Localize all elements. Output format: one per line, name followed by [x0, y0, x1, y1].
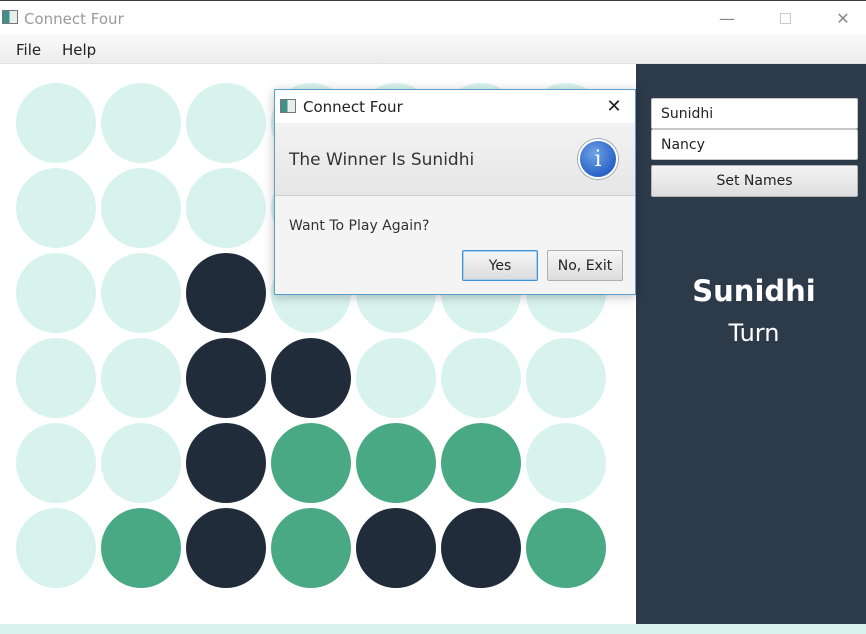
board-cell-green[interactable] [441, 423, 521, 503]
board-cell-dark[interactable] [186, 423, 266, 503]
board-cell-green[interactable] [526, 508, 606, 588]
board-cell-dark[interactable] [356, 508, 436, 588]
current-player-name: Sunidhi [692, 274, 816, 308]
board-cell-empty[interactable] [101, 83, 181, 163]
board-cell-green[interactable] [356, 423, 436, 503]
dialog-header: The Winner Is Sunidhi i [275, 123, 635, 196]
board-cell-empty[interactable] [526, 338, 606, 418]
no-exit-button[interactable]: No, Exit [547, 250, 623, 281]
board-cell-empty[interactable] [101, 168, 181, 248]
board-cell-empty[interactable] [441, 338, 521, 418]
board-cell-green[interactable] [101, 508, 181, 588]
board-cell-empty[interactable] [16, 423, 96, 503]
play-again-question: Want To Play Again? [289, 218, 430, 234]
dialog-app-icon [280, 99, 296, 113]
window-titlebar: Connect Four — ✕ [0, 0, 866, 34]
minimize-icon: — [719, 8, 735, 28]
board-cell-dark[interactable] [271, 338, 351, 418]
board-cell-empty[interactable] [526, 423, 606, 503]
winner-message: The Winner Is Sunidhi [289, 150, 475, 170]
window-title: Connect Four [24, 10, 124, 28]
board-cell-empty[interactable] [16, 508, 96, 588]
app-icon [2, 10, 18, 24]
dialog-title: Connect Four [303, 98, 403, 116]
board-cell-empty[interactable] [16, 83, 96, 163]
board-cell-empty[interactable] [186, 168, 266, 248]
dialog-close-button[interactable]: ✕ [601, 94, 627, 118]
board-cell-empty[interactable] [16, 338, 96, 418]
player1-name-input[interactable]: Sunidhi [651, 98, 858, 129]
board-cell-empty[interactable] [356, 338, 436, 418]
board-cell-empty[interactable] [101, 423, 181, 503]
turn-label: Turn [728, 319, 780, 347]
player2-name-input[interactable]: Nancy [651, 129, 858, 160]
board-cell-empty[interactable] [16, 253, 96, 333]
yes-button[interactable]: Yes [462, 250, 538, 281]
menu-help[interactable]: Help [62, 41, 96, 59]
board-cell-empty[interactable] [101, 338, 181, 418]
maximize-button[interactable] [756, 1, 814, 35]
board-cell-green[interactable] [271, 423, 351, 503]
dialog-titlebar: Connect Four ✕ [275, 90, 635, 123]
close-window-button[interactable]: ✕ [814, 1, 866, 35]
info-icon: i [578, 139, 618, 179]
board-cell-dark[interactable] [186, 253, 266, 333]
minimize-button[interactable]: — [698, 1, 756, 35]
board-cell-empty[interactable] [101, 253, 181, 333]
maximize-icon [779, 12, 791, 24]
menu-bar: File Help [0, 34, 866, 64]
board-cell-empty[interactable] [16, 168, 96, 248]
set-names-button[interactable]: Set Names [651, 165, 858, 197]
board-bottom-strip [0, 624, 866, 634]
board-cell-dark[interactable] [186, 338, 266, 418]
close-icon: ✕ [606, 95, 622, 117]
board-cell-empty[interactable] [186, 83, 266, 163]
board-cell-dark[interactable] [186, 508, 266, 588]
side-panel: Sunidhi Nancy Set Names Sunidhi Turn [636, 64, 866, 624]
winner-dialog: Connect Four ✕ The Winner Is Sunidhi i W… [274, 89, 636, 295]
close-icon: ✕ [836, 8, 850, 28]
menu-file[interactable]: File [16, 41, 41, 59]
board-cell-dark[interactable] [441, 508, 521, 588]
board-cell-green[interactable] [271, 508, 351, 588]
